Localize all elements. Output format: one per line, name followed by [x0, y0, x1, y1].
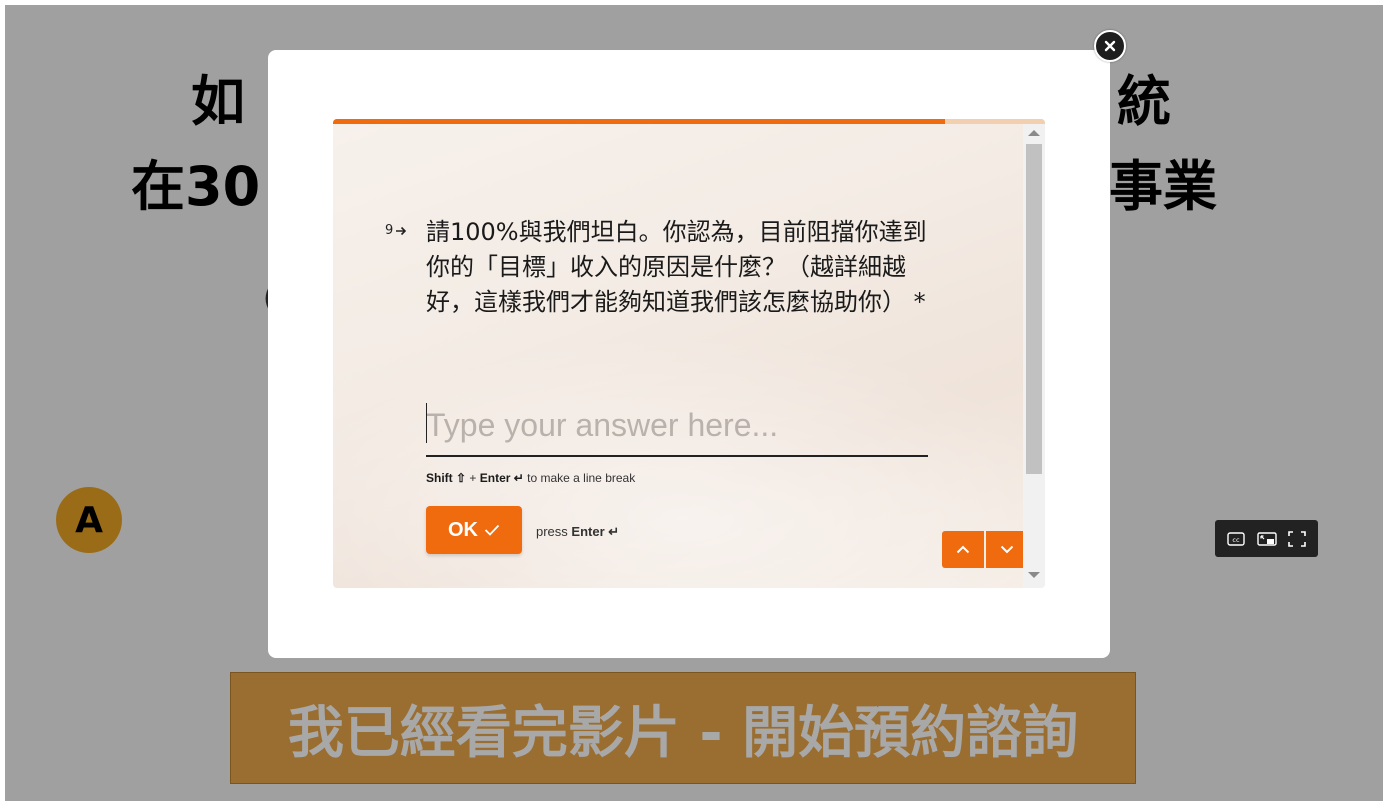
- hint-plus: +: [466, 471, 480, 485]
- typeform-embed: 9 請100%與我們坦白。你認為，目前阻擋你達到你的「目標」收入的原因是什麼？（…: [333, 119, 1045, 588]
- closed-captions-icon[interactable]: cc: [1226, 531, 1246, 547]
- scroll-up-arrow[interactable]: [1028, 130, 1040, 136]
- headline-line2-left: 在30: [131, 155, 261, 218]
- scroll-down-arrow[interactable]: [1028, 572, 1040, 578]
- question-text: 請100%與我們坦白。你認為，目前阻擋你達到你的「目標」收入的原因是什麼？（越詳…: [426, 218, 927, 316]
- previous-question-button[interactable]: [942, 531, 984, 568]
- press-enter-hint: press Enter ↵: [536, 524, 619, 540]
- avatar: A: [56, 487, 122, 553]
- ok-button[interactable]: OK: [426, 506, 522, 554]
- close-icon: [1104, 40, 1116, 52]
- answer-field[interactable]: [426, 399, 928, 457]
- arrow-right-icon: [396, 226, 407, 235]
- headline-line2-right: 事業: [1109, 155, 1217, 218]
- answer-input[interactable]: [426, 399, 928, 451]
- fullscreen-icon[interactable]: [1287, 530, 1307, 547]
- hint-text: to make a line break: [523, 471, 636, 485]
- press-label: press: [536, 524, 572, 539]
- question-number-label: 9: [385, 223, 394, 238]
- text-caret: [426, 403, 427, 443]
- checkmark-icon: [484, 524, 500, 536]
- progress-bar: [333, 119, 1045, 124]
- scrollbar-thumb[interactable]: [1026, 144, 1042, 474]
- question-navigation: [942, 531, 1028, 568]
- line-break-hint: Shift ⇧ + Enter ↵ to make a line break: [426, 471, 635, 485]
- form-scrollbar[interactable]: [1023, 124, 1045, 588]
- hint-shift-key: Shift ⇧: [426, 471, 467, 485]
- book-consultation-button[interactable]: 我已經看完影片 - 開始預約諮詢: [230, 672, 1136, 784]
- hint-enter-key: Enter ↵: [479, 471, 524, 485]
- close-modal-button[interactable]: [1094, 30, 1126, 62]
- question-number: 9: [385, 223, 407, 238]
- chevron-down-icon: [1000, 545, 1014, 554]
- progress-fill: [333, 119, 946, 124]
- picture-in-picture-icon[interactable]: [1256, 531, 1277, 547]
- svg-text:cc: cc: [1232, 536, 1240, 544]
- ok-button-label: OK: [448, 518, 478, 541]
- headline-line1-right: 統: [1117, 70, 1171, 133]
- press-enter-key: Enter ↵: [571, 524, 620, 539]
- chevron-up-icon: [956, 545, 970, 554]
- headline-line1-left: 如: [191, 70, 245, 133]
- video-controls: cc: [1215, 520, 1318, 557]
- next-question-button[interactable]: [986, 531, 1028, 568]
